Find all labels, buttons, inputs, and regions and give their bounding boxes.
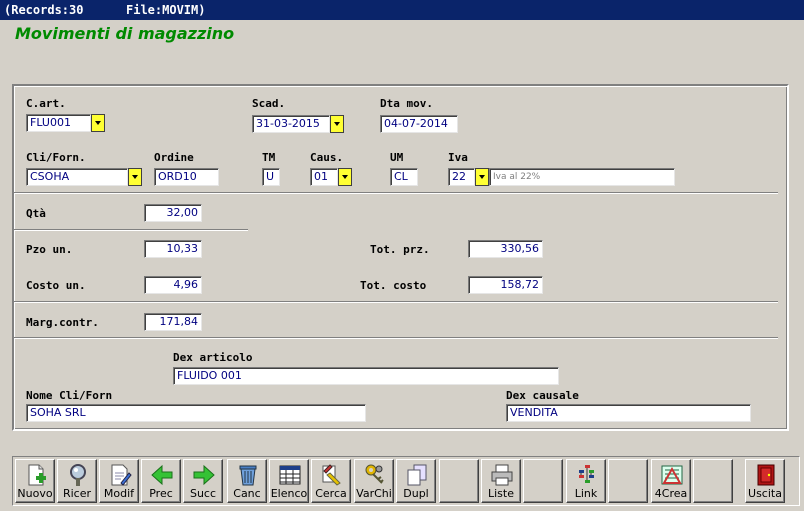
- canc-label: Canc: [233, 487, 261, 500]
- nuovo-button[interactable]: Nuovo: [15, 459, 55, 503]
- um-input[interactable]: CL: [390, 168, 418, 186]
- elenco-button[interactable]: Elenco: [269, 459, 309, 503]
- tm-label: TM: [262, 151, 276, 164]
- pzo-un-input[interactable]: 10,33: [144, 240, 202, 258]
- modif-label: Modif: [103, 487, 135, 500]
- prec-button[interactable]: Prec: [141, 459, 181, 503]
- arrow-right-icon: [193, 464, 215, 486]
- um-label: UM: [390, 151, 404, 164]
- empty-toolbar-slot: [693, 459, 733, 503]
- dupl-button[interactable]: Dupl: [396, 459, 436, 503]
- tm-input[interactable]: U: [262, 168, 280, 186]
- link-label: Link: [574, 487, 598, 500]
- create-icon: [661, 465, 683, 485]
- dta-mov-input[interactable]: 04-07-2014: [380, 115, 458, 133]
- tot-prz-input[interactable]: 330,56: [468, 240, 543, 258]
- qta-input[interactable]: 32,00: [144, 204, 202, 222]
- dupl-label: Dupl: [403, 487, 429, 500]
- varchi-label: VarChi: [356, 487, 392, 500]
- cliforn-input[interactable]: CSOHA: [26, 168, 128, 186]
- costo-un-input[interactable]: 4,96: [144, 276, 202, 294]
- separator: [14, 301, 778, 303]
- costo-un-label: Costo un.: [26, 279, 86, 292]
- magnifier-icon: [70, 464, 86, 486]
- separator: [14, 192, 778, 194]
- nome-cliforn-input[interactable]: SOHA SRL: [26, 404, 366, 422]
- uscita-button[interactable]: Uscita: [745, 459, 785, 503]
- duplicate-icon: [407, 464, 427, 486]
- tot-prz-label: Tot. prz.: [370, 243, 430, 256]
- succ-button[interactable]: Succ: [183, 459, 223, 503]
- qta-label: Qtà: [26, 207, 46, 220]
- nuovo-label: Nuovo: [17, 487, 53, 500]
- iva-description: Iva al 22%: [489, 168, 675, 186]
- uscita-label: Uscita: [748, 487, 782, 500]
- cart-dropdown-button[interactable]: [91, 114, 105, 132]
- tot-costo-input[interactable]: 158,72: [468, 276, 543, 294]
- iva-label: Iva: [448, 151, 468, 164]
- pzo-un-label: Pzo un.: [26, 243, 73, 256]
- empty-toolbar-slot: [439, 459, 479, 503]
- file-name: File:MOVIM): [126, 3, 206, 17]
- modif-button[interactable]: Modif: [99, 459, 139, 503]
- empty-toolbar-slot: [608, 459, 648, 503]
- dex-causale-input[interactable]: VENDITA: [506, 404, 751, 422]
- caus-dropdown-button[interactable]: [338, 168, 352, 186]
- cart-input[interactable]: FLU001: [26, 114, 91, 132]
- marg-contr-input[interactable]: 171,84: [144, 313, 202, 331]
- records-count: (Records:30: [4, 3, 84, 17]
- link-button[interactable]: Link: [566, 459, 606, 503]
- marg-contr-label: Marg.contr.: [26, 316, 99, 329]
- caus-label: Caus.: [310, 151, 344, 164]
- ordine-input[interactable]: ORD10: [154, 168, 219, 186]
- edit-document-icon: [111, 464, 132, 486]
- cart-label: C.art.: [26, 97, 66, 110]
- caus-input[interactable]: 01: [310, 168, 338, 186]
- iva-input[interactable]: 22: [448, 168, 475, 186]
- dex-articolo-label: Dex articolo: [173, 351, 253, 364]
- dex-causale-label: Dex causale: [506, 389, 579, 402]
- dta-mov-label: Dta mov.: [380, 97, 433, 110]
- table-icon: [279, 465, 301, 485]
- scad-label: Scad.: [252, 97, 286, 110]
- varchi-button[interactable]: VarChi: [354, 459, 394, 503]
- cliforn-label: Cli/Forn.: [26, 151, 86, 164]
- separator: [14, 229, 248, 231]
- title-bar: (Records:30 File:MOVIM): [0, 0, 804, 20]
- separator: [14, 337, 778, 339]
- dex-articolo-input[interactable]: FLUIDO 001: [173, 367, 559, 385]
- cerca-button[interactable]: Cerca: [311, 459, 351, 503]
- tot-costo-label: Tot. costo: [360, 279, 427, 292]
- cliforn-dropdown-button[interactable]: [128, 168, 142, 186]
- search-highlight-icon: [322, 464, 341, 486]
- trash-icon: [239, 465, 257, 486]
- exit-door-icon: [757, 464, 775, 486]
- arrow-left-icon: [151, 464, 173, 486]
- liste-button[interactable]: Liste: [481, 459, 521, 503]
- ricer-label: Ricer: [62, 487, 92, 500]
- empty-toolbar-slot: [523, 459, 563, 503]
- ricer-button[interactable]: Ricer: [57, 459, 97, 503]
- prec-label: Prec: [149, 487, 173, 500]
- crea-button[interactable]: 4Crea: [651, 459, 691, 503]
- liste-label: Liste: [488, 487, 514, 500]
- succ-label: Succ: [189, 487, 217, 500]
- new-document-icon: [28, 464, 46, 486]
- keys-icon: [365, 464, 384, 484]
- scad-input[interactable]: 31-03-2015: [252, 115, 330, 133]
- link-tree-icon: [579, 465, 594, 483]
- elenco-label: Elenco: [270, 487, 308, 500]
- form-title: Movimenti di magazzino: [15, 24, 235, 43]
- iva-dropdown-button[interactable]: [475, 168, 489, 186]
- canc-button[interactable]: Canc: [227, 459, 267, 503]
- printer-icon: [491, 464, 513, 486]
- nome-cliforn-label: Nome Cli/Forn: [26, 389, 113, 402]
- ordine-label: Ordine: [154, 151, 194, 164]
- cerca-label: Cerca: [315, 487, 347, 500]
- crea-label: 4Crea: [654, 487, 688, 500]
- scad-dropdown-button[interactable]: [330, 115, 344, 133]
